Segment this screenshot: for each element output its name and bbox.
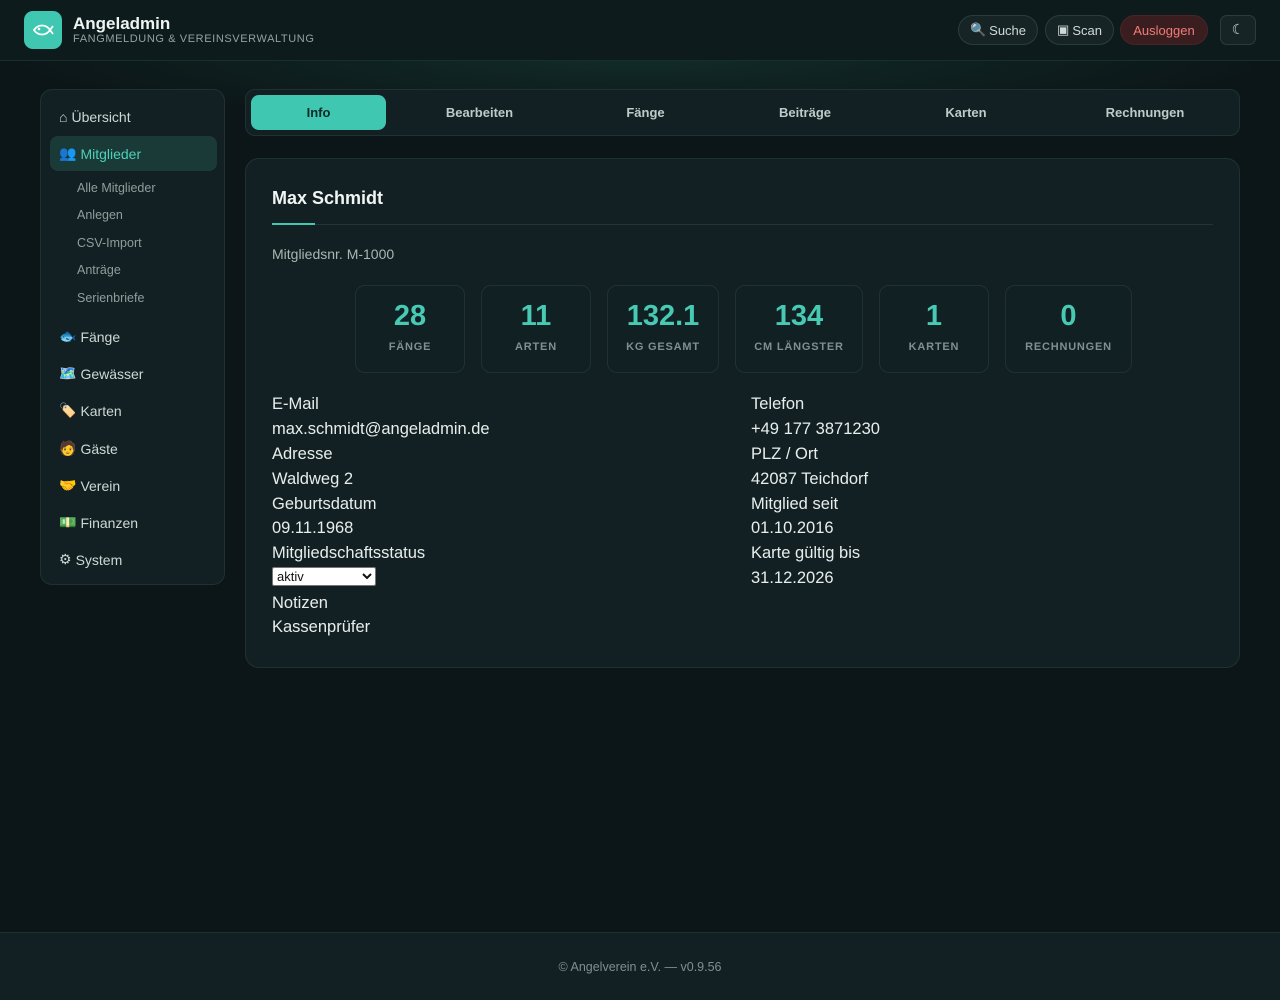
sidebar-item-label: Karten (80, 402, 122, 419)
title-accent (272, 223, 315, 225)
city-value: 42087 Teichdorf (751, 470, 869, 488)
stat-value: 1 (925, 300, 943, 332)
scan-icon: ▣ (1057, 22, 1070, 37)
tag-icon: 🏷️ (59, 402, 77, 418)
sidebar-item-system[interactable]: ⚙ System (50, 542, 217, 577)
app-title: Angeladmin (73, 14, 171, 33)
sidebar-subitem-anlegen[interactable]: Anlegen (77, 208, 123, 222)
scan-button-label: Scan (1072, 22, 1102, 38)
search-icon: 🔍 (969, 22, 987, 37)
tab-info[interactable]: Info (251, 95, 386, 130)
stat-value: 28 (393, 300, 427, 332)
stat-value: 11 (520, 300, 552, 332)
app-subtitle: Fangmeldung & Vereinsverwaltung (73, 33, 315, 45)
stat-value: 0 (1060, 300, 1077, 332)
sidebar-subitem-csv-import[interactable]: CSV-Import (77, 236, 142, 250)
tab-karten[interactable]: Karten (892, 95, 1040, 130)
stat-value: 134 (774, 300, 824, 332)
people-icon: 👥 (59, 145, 77, 161)
logout-button[interactable]: Ausloggen (1120, 15, 1208, 45)
stat-label: cm Längster (754, 341, 844, 353)
city-label: PLZ / Ort (751, 445, 818, 463)
top-bar: Angeladmin Fangmeldung & Vereinsverwaltu… (0, 0, 1280, 61)
tab-faenge[interactable]: Fänge (573, 95, 718, 130)
stat-label: Arten (515, 341, 557, 353)
stat-cm-laengster: 134 cm Längster (735, 285, 863, 373)
map-icon: 🗺️ (59, 365, 77, 381)
fish-icon: 🐟 (59, 328, 77, 344)
address-value: Waldweg 2 (272, 470, 354, 488)
tab-rechnungen[interactable]: Rechnungen (1055, 95, 1235, 130)
sidebar-item-label: Gäste (80, 440, 118, 457)
gear-icon: ⚙ (59, 551, 72, 567)
stat-label: kg gesamt (626, 341, 700, 353)
footer: © Angelverein e.V. — v0.9.56 (0, 932, 1280, 1000)
sidebar-item-gewaesser[interactable]: 🗺️ Gewässer (50, 356, 217, 391)
home-icon: ⌂ (59, 108, 68, 125)
sidebar-subitem-serienbriefe[interactable]: Serienbriefe (77, 291, 144, 305)
card-valid-label: Karte gültig bis (751, 544, 861, 562)
member-since-label: Mitglied seit (751, 495, 839, 513)
stat-label: Fänge (388, 341, 432, 353)
sidebar-subitem-alle-mitglieder[interactable]: Alle Mitglieder (77, 181, 156, 195)
scan-button[interactable]: ▣ Scan (1045, 15, 1114, 45)
card-valid-value: 31.12.2026 (751, 569, 834, 587)
phone-label: Telefon (751, 395, 805, 413)
member-name: Max Schmidt (272, 188, 384, 208)
person-icon: 🧑 (59, 440, 77, 456)
stat-kg-gesamt: 132.1 kg gesamt (607, 285, 719, 373)
sidebar: ⌂ Übersicht 👥 Mitglieder Alle Mitglieder… (40, 89, 225, 585)
member-tabs: Info Bearbeiten Fänge Beiträge Karten Re… (245, 89, 1240, 136)
footer-text: © Angelverein e.V. — v0.9.56 (558, 960, 722, 974)
sidebar-item-mitglieder[interactable]: 👥 Mitglieder (50, 136, 217, 171)
sidebar-item-gaeste[interactable]: 🧑 Gäste (50, 431, 217, 466)
status-label: Mitgliedschaftsstatus (272, 544, 426, 562)
sidebar-item-faenge[interactable]: 🐟 Fänge (50, 319, 217, 354)
moon-icon: ☾ (1231, 22, 1245, 38)
stat-value: 132.1 (626, 300, 700, 332)
membership-status-select[interactable]: aktiv (272, 567, 376, 586)
stat-karten: 1 Karten (879, 285, 989, 373)
stat-rechnungen: 0 Rechnungen (1005, 285, 1132, 373)
stat-label: Karten (908, 341, 960, 353)
sidebar-item-finanzen[interactable]: 💵 Finanzen (50, 505, 217, 540)
sidebar-item-label: Fänge (80, 328, 121, 345)
sidebar-item-label: Verein (80, 477, 121, 494)
sidebar-item-label: Finanzen (80, 514, 139, 531)
sidebar-item-label: Gewässer (80, 365, 144, 382)
email-value: max.schmidt@angeladmin.de (272, 420, 490, 438)
theme-toggle-button[interactable]: ☾ (1220, 15, 1256, 45)
sidebar-item-label: Mitglieder (80, 145, 142, 162)
stat-arten: 11 Arten (481, 285, 591, 373)
sidebar-item-label: System (75, 551, 123, 568)
sidebar-subitem-antraege[interactable]: Anträge (77, 263, 121, 277)
handshake-icon: 🤝 (59, 477, 77, 493)
search-button[interactable]: 🔍 Suche (958, 15, 1038, 45)
sidebar-item-uebersicht[interactable]: ⌂ Übersicht (50, 99, 217, 134)
search-button-label: Suche (989, 22, 1027, 38)
email-label: E-Mail (272, 395, 319, 413)
notes-value: Kassenprüfer (272, 618, 371, 636)
member-card: Max Schmidt Mitgliedsnr. M-1000 28 Fänge… (245, 158, 1240, 668)
member-since-value: 01.10.2016 (751, 519, 834, 537)
birthdate-label: Geburtsdatum (272, 495, 377, 513)
stat-label: Rechnungen (1025, 341, 1112, 353)
birthdate-value: 09.11.1968 (272, 519, 354, 537)
sidebar-item-label: Übersicht (71, 108, 131, 125)
fish-icon[interactable] (24, 11, 62, 49)
member-number: Mitgliedsnr. M-1000 (272, 246, 395, 262)
sidebar-item-karten[interactable]: 🏷️ Karten (50, 393, 217, 428)
money-icon: 💵 (59, 514, 77, 530)
notes-label: Notizen (272, 594, 328, 612)
stat-faenge: 28 Fänge (355, 285, 465, 373)
tab-bearbeiten[interactable]: Bearbeiten (401, 95, 558, 130)
tab-beitraege[interactable]: Beiträge (733, 95, 877, 130)
address-label: Adresse (272, 445, 333, 463)
sidebar-item-verein[interactable]: 🤝 Verein (50, 468, 217, 503)
phone-value: +49 177 3871230 (751, 420, 880, 438)
title-divider (272, 224, 1213, 225)
